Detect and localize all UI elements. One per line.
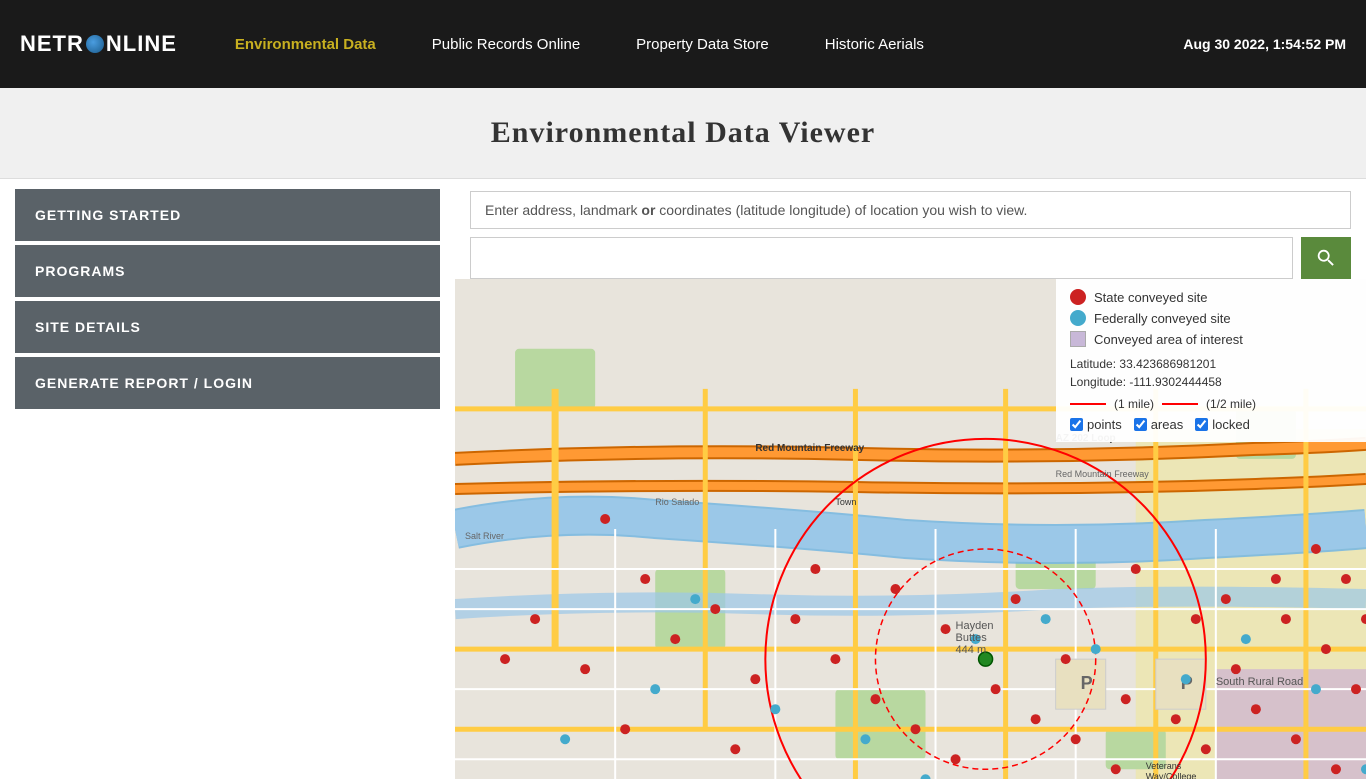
areas-checkbox[interactable] [1134,418,1147,431]
svg-text:South Rural Road: South Rural Road [1216,676,1303,688]
svg-text:Red Mountain Freeway: Red Mountain Freeway [1056,469,1150,479]
page-title: Environmental Data Viewer [0,116,1366,150]
logo-area: NETRNLINE [20,31,177,57]
svg-text:Rio Salado: Rio Salado [655,497,699,507]
one-mile-label: (1 mile) [1114,397,1154,411]
search-button[interactable] [1301,237,1351,279]
svg-text:Buttes: Buttes [956,632,988,644]
nav-environmental-data[interactable]: Environmental Data [207,36,404,53]
title-banner: Environmental Data Viewer [0,88,1366,179]
svg-text:Town: Town [835,497,856,507]
svg-text:Red Mountain Freeway: Red Mountain Freeway [755,443,864,454]
state-site-dot [1070,289,1086,305]
search-row [470,237,1351,279]
locked-checkbox-item: locked [1195,417,1250,432]
svg-text:444 m: 444 m [956,644,987,656]
legend-conveyed-area: Conveyed area of interest [1070,331,1352,347]
nav-public-records[interactable]: Public Records Online [404,36,608,53]
locked-label: locked [1212,417,1250,432]
conveyed-area-label: Conveyed area of interest [1094,332,1243,347]
search-hint: Enter address, landmark or coordinates (… [470,191,1351,229]
site-details-button[interactable]: SITE DETAILS [15,301,440,353]
lat-label: Latitude: [1070,357,1116,371]
search-icon [1315,247,1337,269]
nav-property-data[interactable]: Property Data Store [608,36,797,53]
legend-checkboxes: points areas locked [1070,417,1352,432]
search-input[interactable] [470,237,1293,279]
half-mile-label: (1/2 mile) [1206,397,1256,411]
lng-label: Longitude: [1070,375,1126,389]
svg-text:Hayden: Hayden [956,620,994,632]
lat-value: 33.423686981201 [1119,357,1216,371]
header: NETRNLINE Environmental Data Public Reco… [0,0,1366,88]
search-area: Enter address, landmark or coordinates (… [455,179,1366,279]
svg-text:Way/College: Way/College [1146,771,1197,779]
map-container[interactable]: State conveyed site Federally conveyed s… [455,279,1366,779]
svg-text:Veterans: Veterans [1146,761,1182,771]
programs-button[interactable]: PROGRAMS [15,245,440,297]
sidebar: GETTING STARTED PROGRAMS SITE DETAILS GE… [0,179,455,779]
points-label: points [1087,417,1122,432]
legend-state-site: State conveyed site [1070,289,1352,305]
getting-started-button[interactable]: GETTING STARTED [15,189,440,241]
conveyed-area-square [1070,331,1086,347]
areas-checkbox-item: areas [1134,417,1184,432]
logo-text: NETRNLINE [20,31,177,57]
points-checkbox-item: points [1070,417,1122,432]
logo-globe [86,35,104,53]
datetime: Aug 30 2022, 1:54:52 PM [1183,36,1346,52]
main-content: GETTING STARTED PROGRAMS SITE DETAILS GE… [0,179,1366,779]
federal-site-dot [1070,310,1086,326]
legend-coords: Latitude: 33.423686981201 Longitude: -11… [1070,355,1352,391]
state-site-label: State conveyed site [1094,290,1207,305]
nav-historic-aerials[interactable]: Historic Aerials [797,36,952,53]
legend: State conveyed site Federally conveyed s… [1056,279,1366,442]
federal-site-label: Federally conveyed site [1094,311,1231,326]
lng-value: -111.9302444458 [1129,375,1221,389]
map-area: Enter address, landmark or coordinates (… [455,179,1366,779]
locked-checkbox[interactable] [1195,418,1208,431]
half-mile-line [1162,403,1198,405]
generate-report-button[interactable]: GENERATE REPORT / LOGIN [15,357,440,409]
legend-federal-site: Federally conveyed site [1070,310,1352,326]
areas-label: areas [1151,417,1184,432]
one-mile-line [1070,403,1106,405]
nav: Environmental Data Public Records Online… [207,36,1183,53]
svg-text:Salt River: Salt River [465,531,504,541]
legend-circles: (1 mile) (1/2 mile) [1070,397,1352,411]
points-checkbox[interactable] [1070,418,1083,431]
